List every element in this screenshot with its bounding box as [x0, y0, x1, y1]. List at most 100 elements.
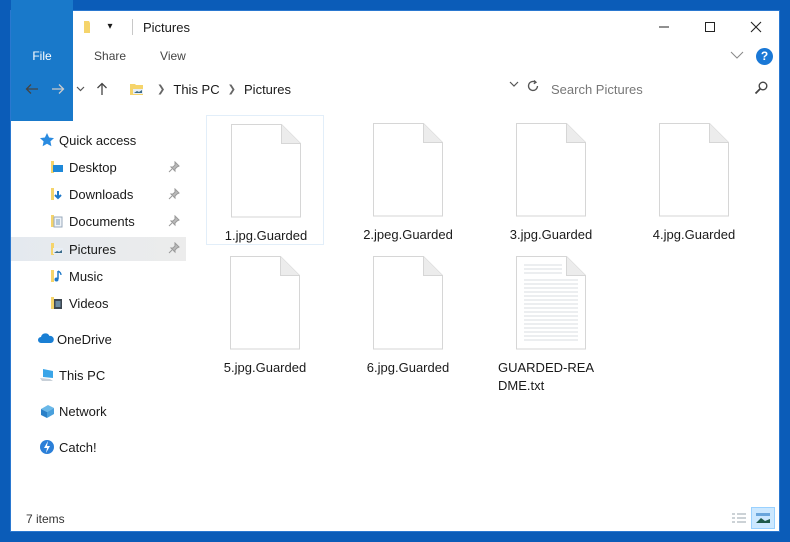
sidebar-item-desktop[interactable]: Desktop	[11, 156, 186, 178]
computer-icon	[39, 367, 55, 383]
address-dropdown-icon[interactable]	[509, 80, 519, 91]
sidebar-item-label: Desktop	[69, 159, 117, 175]
details-view-icon	[732, 513, 746, 523]
view-switcher	[727, 507, 775, 529]
forward-button[interactable]	[45, 76, 71, 102]
navigation-pane: Quick access Desktop Downloads Documents	[11, 123, 189, 493]
pin-icon[interactable]	[168, 187, 180, 203]
tab-share[interactable]: Share	[77, 43, 143, 69]
new-folder-icon[interactable]	[80, 19, 96, 35]
address-bar[interactable]: ❯ This PC ❯ Pictures	[129, 76, 541, 102]
expand-ribbon-icon[interactable]	[730, 47, 744, 65]
sidebar-item-pictures[interactable]: Pictures	[11, 237, 186, 261]
sidebar-item-catch[interactable]: Catch!	[11, 436, 186, 458]
pin-icon[interactable]	[168, 214, 180, 230]
refresh-button[interactable]	[525, 78, 541, 97]
file-item[interactable]: 2.jpeg.Guarded	[349, 115, 467, 245]
sidebar-item-label: Catch!	[59, 439, 97, 455]
ribbon-right-controls: ?	[730, 47, 773, 65]
up-button[interactable]	[89, 76, 115, 102]
text-file-icon	[516, 256, 586, 350]
navigation-bar: ❯ This PC ❯ Pictures Search Pictures	[11, 73, 779, 105]
network-icon	[39, 403, 55, 419]
sidebar-item-label: Music	[69, 268, 103, 284]
videos-folder-icon	[49, 295, 65, 311]
file-name: 1.jpg.Guarded	[224, 228, 308, 243]
sidebar-item-videos[interactable]: Videos	[11, 292, 186, 314]
pictures-folder-icon	[49, 241, 65, 257]
star-icon	[39, 132, 55, 148]
sidebar-item-label: Downloads	[69, 186, 134, 202]
file-name: 3.jpg.Guarded	[509, 227, 593, 242]
close-button[interactable]	[733, 11, 779, 43]
blank-file-icon	[231, 124, 301, 218]
details-view-button[interactable]	[727, 507, 751, 529]
maximize-button[interactable]	[687, 11, 733, 43]
sidebar-item-music[interactable]: Music	[11, 265, 186, 287]
file-list: 1.jpg.Guarded 2.jpeg.Guarded 3.jpg.Guard…	[201, 115, 771, 505]
breadcrumb-pictures[interactable]: Pictures	[244, 82, 291, 97]
breadcrumb-separator-icon[interactable]: ❯	[228, 84, 236, 95]
file-item[interactable]: 4.jpg.Guarded	[635, 115, 753, 245]
sidebar-item-quick-access[interactable]: Quick access	[11, 129, 186, 151]
sidebar-item-documents[interactable]: Documents	[11, 210, 186, 232]
recent-locations-button[interactable]	[71, 76, 89, 102]
status-bar: 7 items	[11, 507, 779, 531]
sidebar-item-downloads[interactable]: Downloads	[11, 183, 186, 205]
pin-icon[interactable]	[168, 160, 180, 176]
help-button[interactable]: ?	[756, 47, 773, 65]
item-count: 7 items	[26, 512, 65, 526]
blank-file-icon	[516, 123, 586, 217]
file-name: 4.jpg.Guarded	[652, 227, 736, 242]
documents-folder-icon	[49, 213, 65, 229]
cloud-icon	[37, 331, 54, 347]
sidebar-item-label: Quick access	[59, 132, 137, 148]
sidebar-item-network[interactable]: Network	[11, 400, 186, 422]
large-icons-view-button[interactable]	[751, 507, 775, 529]
sidebar-item-label: Videos	[69, 295, 109, 311]
pin-icon[interactable]	[168, 241, 180, 257]
search-input[interactable]: Search Pictures	[551, 82, 643, 97]
search-box[interactable]: Search Pictures	[541, 76, 773, 102]
file-item[interactable]: GUARDED-README.txt	[492, 248, 610, 393]
sidebar-item-onedrive[interactable]: OneDrive	[11, 328, 186, 350]
arrow-right-icon	[52, 84, 65, 94]
file-explorer-window: ▾ Pictures File Home Share View ?	[10, 0, 780, 532]
sidebar-item-label: Pictures	[69, 241, 116, 257]
catch-icon	[39, 439, 55, 455]
file-item[interactable]: 3.jpg.Guarded	[492, 115, 610, 245]
file-item[interactable]: 6.jpg.Guarded	[349, 248, 467, 378]
desktop-folder-icon	[49, 159, 65, 175]
sidebar-item-label: OneDrive	[57, 331, 112, 347]
sidebar-item-label: This PC	[59, 367, 106, 383]
minimize-button[interactable]	[641, 11, 687, 43]
ribbon-tabs: File Home Share View ?	[11, 0, 779, 121]
arrow-up-icon	[97, 82, 107, 95]
file-item[interactable]: 1.jpg.Guarded	[206, 115, 324, 245]
blank-file-icon	[373, 256, 443, 350]
pictures-folder-icon	[129, 81, 145, 97]
large-icons-view-icon	[756, 513, 770, 523]
search-icon[interactable]	[753, 80, 769, 99]
file-item[interactable]: 5.jpg.Guarded	[206, 248, 324, 378]
breadcrumb-this-pc[interactable]: This PC	[173, 82, 219, 97]
tab-view[interactable]: View	[143, 43, 203, 69]
chevron-down-icon	[76, 86, 84, 92]
title-bar: ▾ Pictures	[11, 11, 779, 43]
file-name: 5.jpg.Guarded	[223, 360, 307, 375]
window-title: Pictures	[143, 19, 190, 35]
blank-file-icon	[373, 123, 443, 217]
downloads-folder-icon	[49, 186, 65, 202]
file-name: 2.jpeg.Guarded	[363, 227, 453, 242]
file-name: 6.jpg.Guarded	[366, 360, 450, 375]
sidebar-item-label: Network	[59, 403, 107, 419]
blank-file-icon	[659, 123, 729, 217]
refresh-icon	[527, 80, 539, 92]
breadcrumb-separator-icon[interactable]: ❯	[157, 84, 165, 95]
sidebar-item-this-pc[interactable]: This PC	[11, 364, 186, 386]
back-button[interactable]	[19, 76, 45, 102]
blank-file-icon	[230, 256, 300, 350]
customize-qat-icon[interactable]: ▾	[102, 19, 118, 35]
separator	[132, 19, 133, 35]
window-controls	[641, 11, 779, 43]
